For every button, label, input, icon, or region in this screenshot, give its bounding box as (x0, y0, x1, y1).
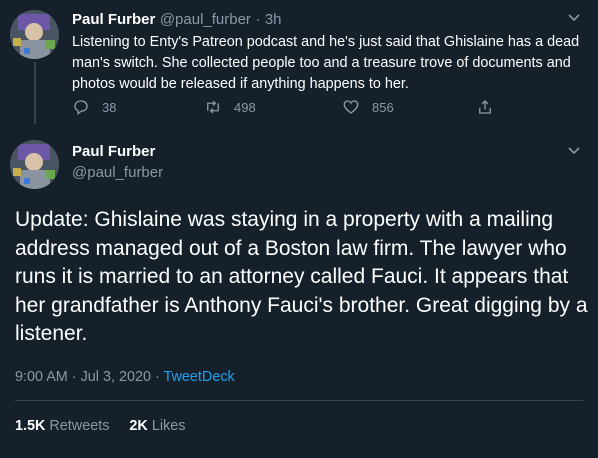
tweet-actions: 38 498 856 (72, 98, 532, 120)
parent-tweet[interactable]: Paul Furber @paul_furber · 3h Listening … (0, 0, 598, 125)
like-button[interactable]: 856 (342, 98, 394, 116)
retweet-label: Retweets (49, 418, 110, 434)
tweet-metadata: 9:00 AM · Jul 3, 2020 · TweetDeck (15, 369, 235, 385)
chevron-down-icon[interactable] (568, 14, 580, 22)
like-total: 2K (129, 418, 148, 434)
author-name[interactable]: Paul Furber (72, 11, 155, 28)
share-button[interactable] (476, 98, 506, 116)
author-handle[interactable]: @paul_furber (160, 11, 251, 28)
avatar[interactable] (10, 140, 59, 189)
author-handle[interactable]: @paul_furber (72, 164, 163, 181)
share-icon (479, 100, 491, 114)
retweet-count: 498 (234, 99, 256, 115)
reply-count: 38 (102, 99, 117, 115)
divider (15, 400, 583, 401)
reply-button[interactable]: 38 (72, 98, 116, 116)
tweet-text: Update: Ghislaine was staying in a prope… (15, 208, 588, 345)
retweet-icon (207, 100, 219, 114)
tweet-timestamp[interactable]: 9:00 AM · Jul 3, 2020 · (15, 369, 164, 385)
retweet-button[interactable]: 498 (204, 98, 256, 116)
reply-icon (74, 100, 88, 116)
parent-tweet-header: Paul Furber @paul_furber · 3h (72, 11, 282, 29)
retweets-stat[interactable]: 1.5K Retweets (15, 418, 109, 434)
chevron-down-icon[interactable] (568, 147, 580, 155)
like-label: Likes (151, 418, 186, 434)
thread-line (34, 62, 36, 124)
avatar[interactable] (10, 10, 59, 59)
separator: · (255, 11, 261, 28)
tweet-text: Listening to Enty's Patreon podcast and … (72, 34, 580, 92)
author-name[interactable]: Paul Furber (72, 143, 155, 160)
likes-stat[interactable]: 2K Likes (129, 418, 185, 434)
retweet-total: 1.5K (15, 418, 46, 434)
tweet-source-link[interactable]: TweetDeck (164, 369, 235, 385)
like-icon (343, 100, 359, 114)
like-count: 856 (372, 99, 394, 115)
tweet-stats: 1.5K Retweets 2K Likes (15, 418, 185, 434)
time-ago[interactable]: 3h (265, 11, 282, 28)
